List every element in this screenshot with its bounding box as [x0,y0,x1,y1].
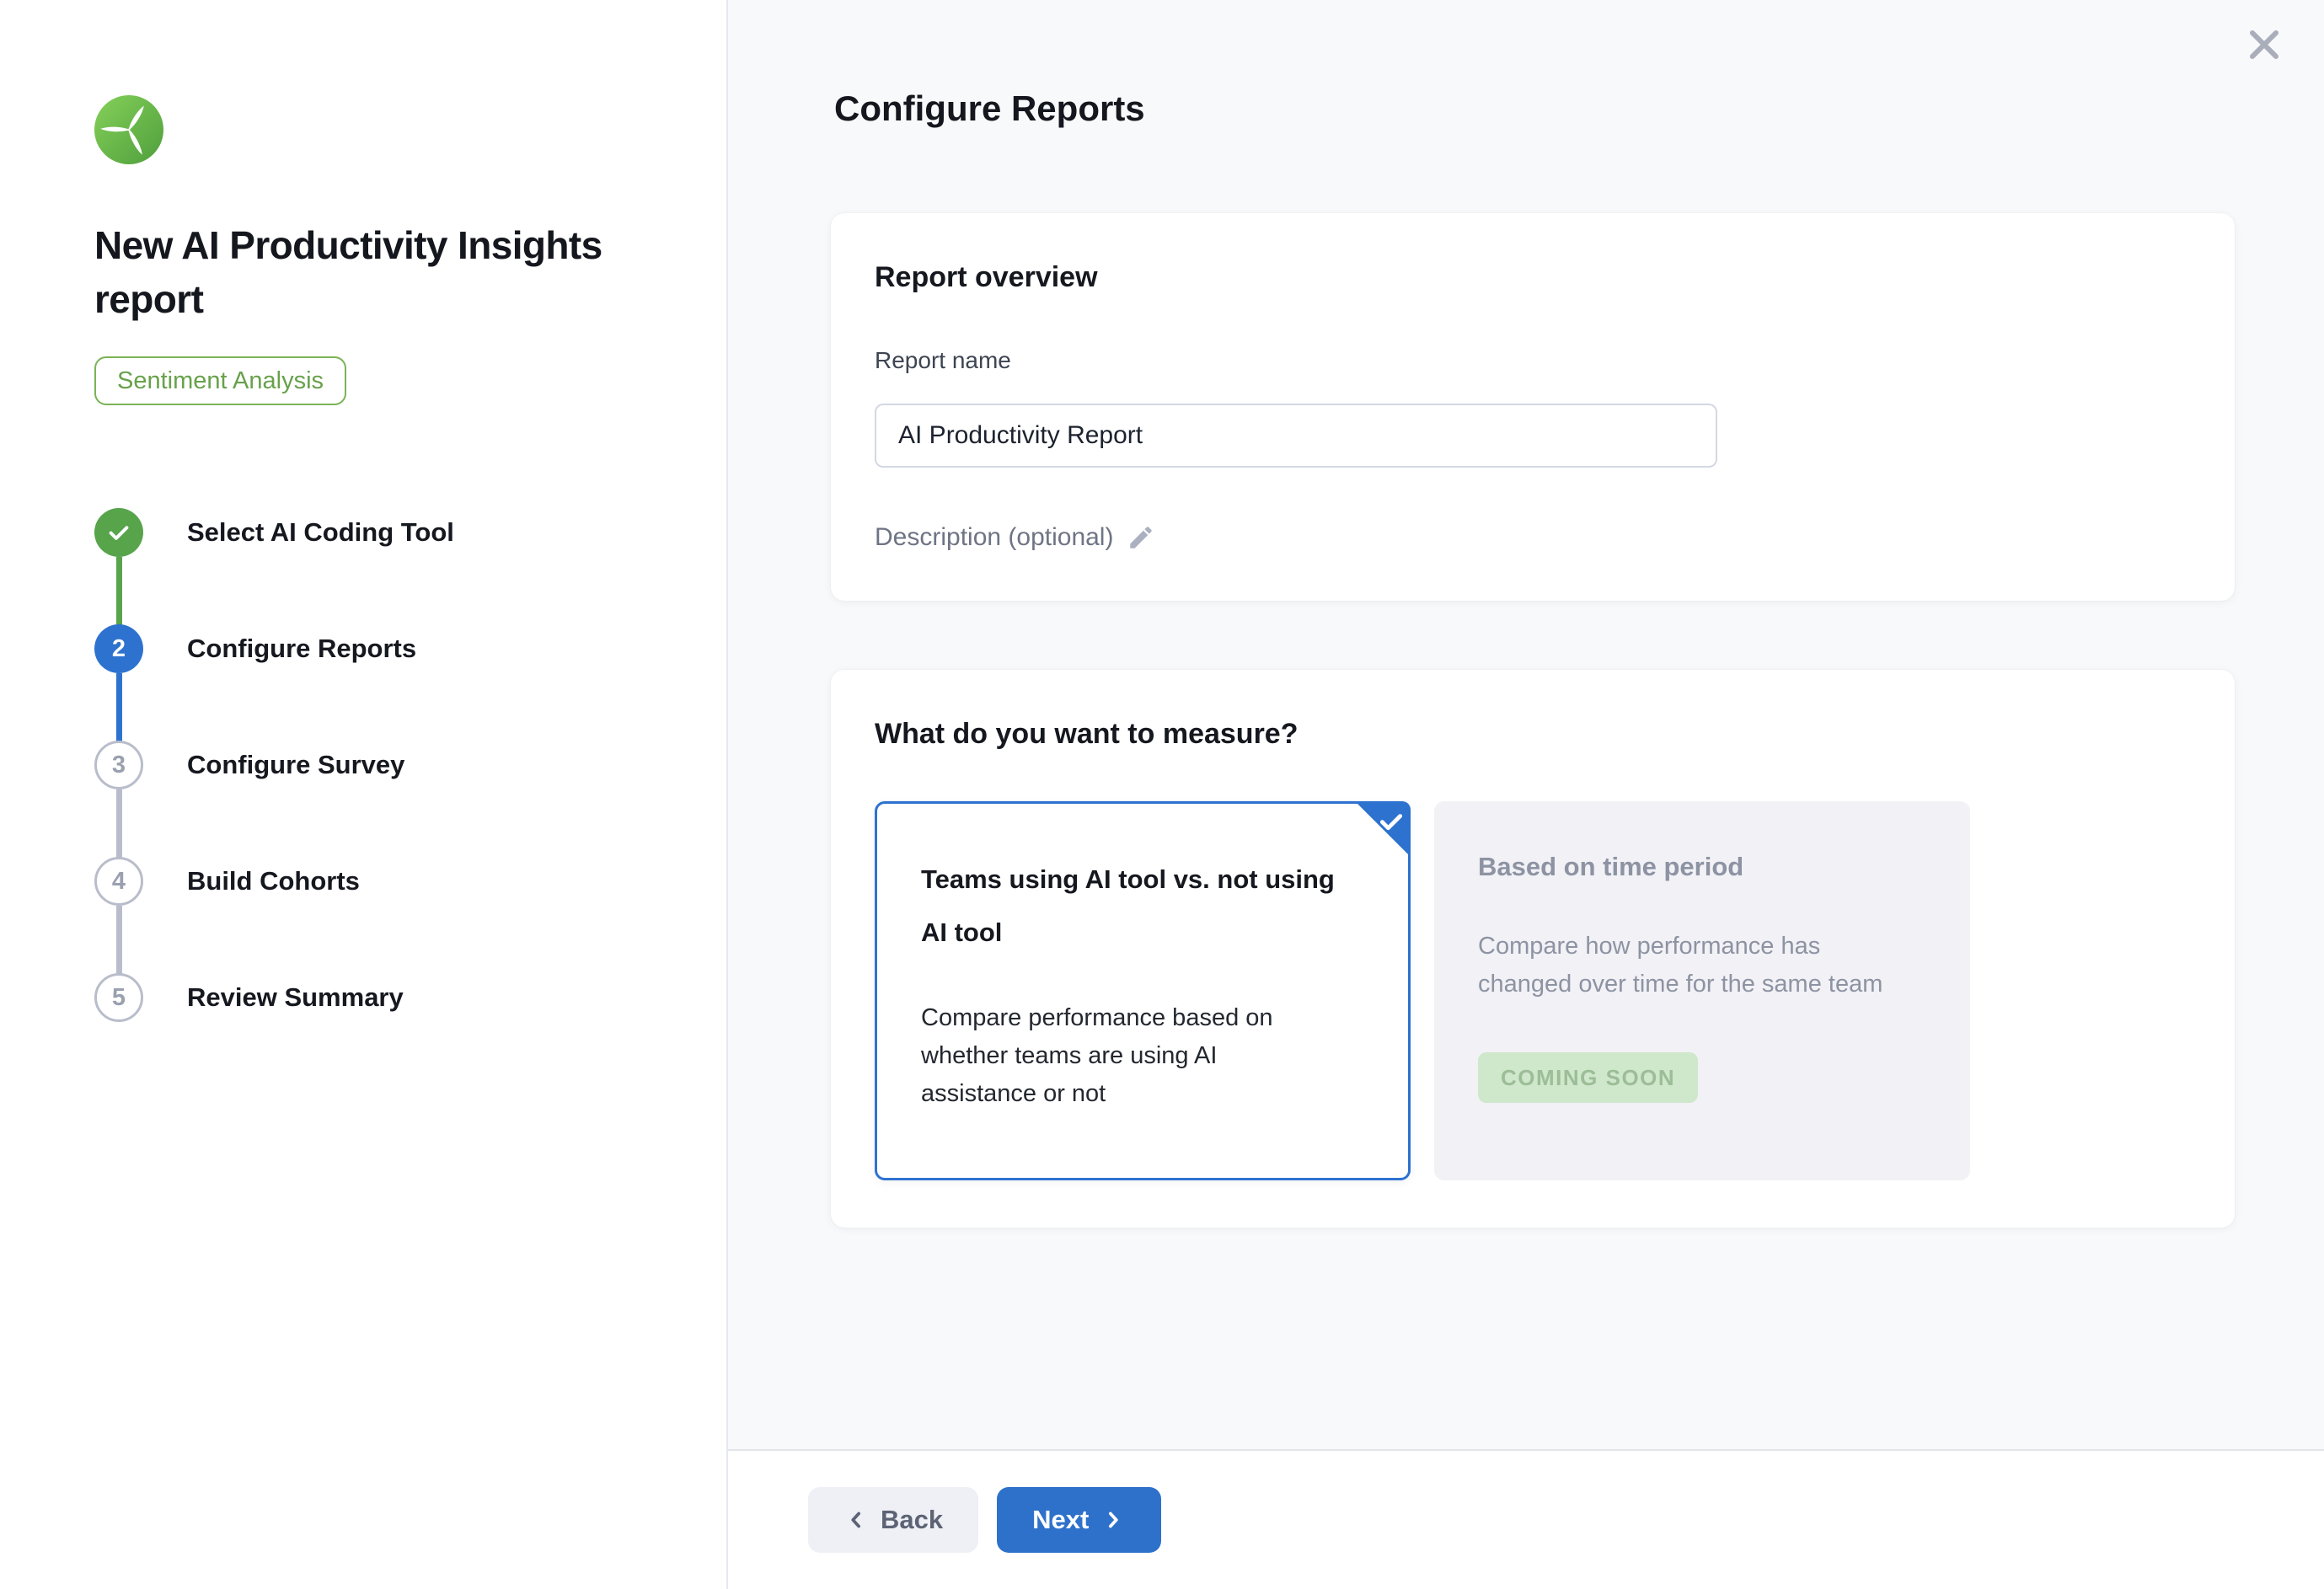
option-based-on-time-period: Based on time period Compare how perform… [1434,801,1970,1180]
option-teams-using-ai-vs-not[interactable]: Teams using AI tool vs. not using AI too… [875,801,1411,1180]
measure-card: What do you want to measure? Teams using… [831,670,2235,1228]
stepper-item-configure-reports[interactable]: 2 Configure Reports [94,624,726,673]
measure-heading: What do you want to measure? [875,717,2191,751]
coming-soon-badge: COMING SOON [1478,1052,1698,1103]
option-description: Compare how performance has changed over… [1478,928,1899,1003]
report-overview-heading: Report overview [875,260,2191,294]
wizard-title: New AI Productivity Insights report [94,218,608,326]
panel-title: Configure Reports [834,88,2324,130]
option-title: Based on time period [1478,850,1926,884]
back-button[interactable]: Back [808,1487,978,1553]
stepper-connector [116,906,122,974]
selected-check-icon [1355,801,1411,857]
description-row: Description (optional) [875,522,2191,554]
option-description: Compare performance based on whether tea… [921,999,1330,1113]
next-button-label: Next [1032,1505,1089,1535]
report-overview-card: Report overview Report name Description … [831,213,2235,601]
description-optional-label: Description (optional) [875,522,1113,554]
step-number-badge: 4 [94,857,143,906]
option-title: Teams using AI tool vs. not using AI too… [921,853,1364,959]
chevron-right-icon [1100,1507,1126,1533]
step-label: Build Cohorts [187,866,360,896]
stepper-connector [116,789,122,858]
next-button[interactable]: Next [997,1487,1161,1553]
stepper-item-configure-survey[interactable]: 3 Configure Survey [94,741,726,789]
stepper-connector [116,673,122,741]
edit-pencil-icon[interactable] [1127,523,1155,552]
stepper-item-build-cohorts[interactable]: 4 Build Cohorts [94,857,726,906]
step-label: Select AI Coding Tool [187,517,454,548]
chevron-left-icon [843,1507,869,1533]
stepper-item-review-summary[interactable]: 5 Review Summary [94,973,726,1022]
step-number-badge: 5 [94,973,143,1022]
report-name-label: Report name [875,346,2191,375]
step-completed-check-icon [94,508,143,557]
stepper-item-select-ai-coding-tool[interactable]: Select AI Coding Tool [94,508,726,557]
measure-options: Teams using AI tool vs. not using AI too… [875,801,2191,1180]
app-logo-icon [94,95,163,164]
stepper-connector [116,557,122,625]
configure-reports-panel: Configure Reports Report overview Report… [728,0,2324,1589]
step-label: Configure Survey [187,750,404,780]
wizard-footer: Back Next [728,1449,2324,1589]
report-name-input[interactable] [875,404,1717,468]
step-label: Review Summary [187,982,404,1013]
step-number-badge: 2 [94,624,143,673]
back-button-label: Back [881,1505,943,1535]
app-window: New AI Productivity Insights report Sent… [0,0,2324,1589]
stepper: Select AI Coding Tool 2 Configure Report… [94,508,726,1022]
sidebar: New AI Productivity Insights report Sent… [0,0,728,1589]
step-number-badge: 3 [94,741,143,789]
step-label: Configure Reports [187,634,416,664]
sentiment-analysis-badge: Sentiment Analysis [94,356,346,405]
close-icon[interactable] [2244,24,2284,65]
